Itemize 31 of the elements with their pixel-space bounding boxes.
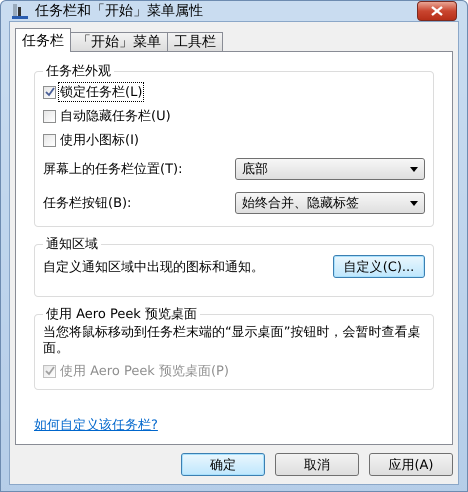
checkbox-label[interactable]: 锁定任务栏(L) <box>59 83 144 101</box>
checkbox-label[interactable]: 自动隐藏任务栏(U) <box>59 107 172 125</box>
checkbox[interactable] <box>43 110 56 122</box>
dialog-button[interactable]: 应用(A) <box>369 453 453 476</box>
customize-button[interactable]: 自定义(C)... <box>333 255 425 278</box>
taskbar-icon <box>11 2 29 20</box>
tab[interactable]: 工具栏 <box>167 32 223 52</box>
dialog-button[interactable]: 确定 <box>181 453 265 476</box>
checkbox[interactable] <box>43 134 56 146</box>
check-icon <box>44 87 54 97</box>
checkbox[interactable] <box>43 86 56 98</box>
check-icon <box>44 366 54 376</box>
field-label: 屏幕上的任务栏位置(T): <box>43 161 182 178</box>
field-label: 任务栏按钮(B): <box>43 195 132 212</box>
help-link[interactable]: 如何自定义该任务栏? <box>34 416 158 434</box>
description: 当您将鼠标移动到任务栏末端的“显示桌面”按钮时，会暂时查看桌面。 <box>43 325 422 357</box>
checkbox-label[interactable]: 使用小图标(I) <box>59 131 140 149</box>
group-title: 使用 Aero Peek 预览桌面 <box>45 306 198 323</box>
close-button[interactable] <box>417 1 457 21</box>
description: 自定义通知区域中出现的图标和通知。 <box>43 258 264 276</box>
group-title: 任务栏外观 <box>45 63 112 80</box>
window-title: 任务栏和「开始」菜单属性 <box>35 2 204 20</box>
dialog-button[interactable]: 取消 <box>275 453 359 476</box>
tab[interactable]: 「开始」菜单 <box>70 32 168 52</box>
caret-icon <box>410 166 418 172</box>
close-icon <box>431 6 443 16</box>
dropdown[interactable]: 底部 <box>235 158 425 180</box>
caret-icon <box>410 200 418 206</box>
group-title: 通知区域 <box>45 236 99 253</box>
dropdown[interactable]: 始终合并、隐藏标签 <box>235 192 425 214</box>
tab[interactable]: 任务栏 <box>15 28 71 52</box>
